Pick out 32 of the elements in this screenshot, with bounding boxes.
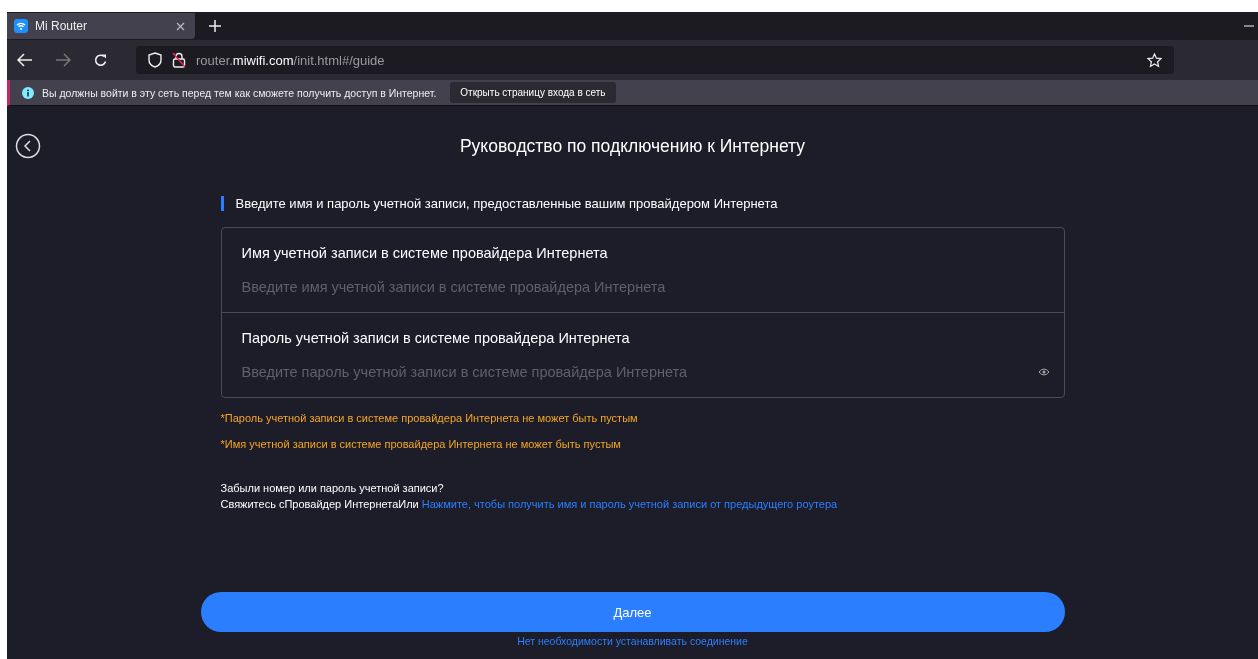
close-icon[interactable] — [176, 21, 185, 31]
back-icon[interactable] — [17, 53, 33, 67]
info-icon — [22, 86, 34, 99]
eye-icon[interactable] — [1037, 368, 1050, 376]
new-tab-icon[interactable] — [209, 20, 221, 32]
input-field[interactable]: Введите имя учетной записи в системе провайдера Интернета — [241, 279, 1050, 295]
section-heading: Введите имя и пароль учетной записи, предоставленные вашим провайдером Интернета — [235, 196, 778, 211]
skip-link[interactable]: Нет необходимости устанавливать соединение — [517, 635, 748, 647]
field-label: Имя учетной записи в системе провайдера Интернета — [240, 244, 609, 261]
forward-icon[interactable] — [55, 53, 71, 67]
browser-tab[interactable]: Mi Router — [7, 13, 195, 39]
help-link[interactable]: Нажмите, чтобы получить имя и пароль учетной записи от предыдущего роутера — [421, 498, 838, 510]
wifi-icon — [14, 19, 28, 33]
help-question: Забыли номер или пароль учетной записи? — [220, 481, 445, 496]
field-label: Пароль учетной записи в системе провайдера Интернета — [240, 329, 631, 346]
next-button[interactable]: Далее — [200, 592, 1065, 632]
reload-icon[interactable] — [93, 52, 108, 68]
help-text: Свяжитесь сПровайдер ИнтернетаИли — [220, 498, 419, 510]
notification-message: Вы должны войти в эту сеть перед тем как сможете получить доступ в Интернет. — [42, 86, 437, 99]
error-message: *Имя учетной записи в системе провайдера Интернета не может быть пустым — [220, 438, 622, 450]
back-circle-icon[interactable] — [15, 133, 41, 159]
accent-bar — [220, 196, 224, 211]
open-login-page-button[interactable]: Открыть страницу входа в сеть — [450, 82, 616, 103]
input-field[interactable]: Введите пароль учетной записи в системе провайдера Интернета — [241, 364, 1038, 380]
insecure-lock-icon[interactable] — [172, 52, 186, 68]
error-message: *Пароль учетной записи в системе провайдера Интернета не может быть пустым — [220, 412, 639, 424]
address-bar[interactable]: router.miwifi.com/init.html#/guide — [136, 46, 1174, 74]
shield-icon[interactable] — [148, 52, 162, 68]
star-icon[interactable] — [1147, 52, 1162, 68]
tab-title: Mi Router — [35, 19, 88, 33]
url-text: router.miwifi.com/init.html#/guide — [196, 52, 385, 68]
page-title: Руководство по подключению к Интернету — [459, 135, 806, 157]
